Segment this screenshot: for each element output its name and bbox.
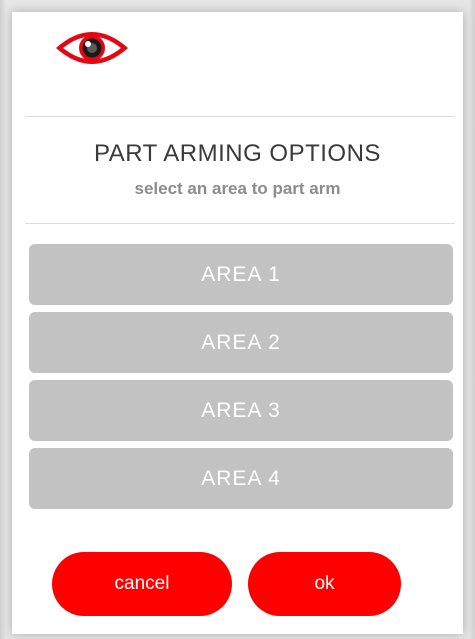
dialog-subtitle: select an area to part arm — [134, 179, 341, 198]
header-divider — [25, 116, 455, 117]
screen-frame: PART ARMING OPTIONS select an area to pa… — [0, 0, 475, 639]
cancel-button[interactable]: cancel — [52, 552, 232, 616]
area-3-button[interactable]: AREA 3 — [29, 380, 453, 441]
part-arming-dialog: PART ARMING OPTIONS select an area to pa… — [12, 12, 463, 634]
ok-button[interactable]: ok — [248, 552, 401, 616]
area-2-button[interactable]: AREA 2 — [29, 312, 453, 373]
area-4-button[interactable]: AREA 4 — [29, 448, 453, 509]
eye-icon — [56, 32, 128, 64]
area-list: AREA 1 AREA 2 AREA 3 AREA 4 — [29, 244, 453, 516]
area-1-button[interactable]: AREA 1 — [29, 244, 453, 305]
dialog-title: PART ARMING OPTIONS — [94, 140, 381, 167]
title-divider — [25, 223, 455, 224]
